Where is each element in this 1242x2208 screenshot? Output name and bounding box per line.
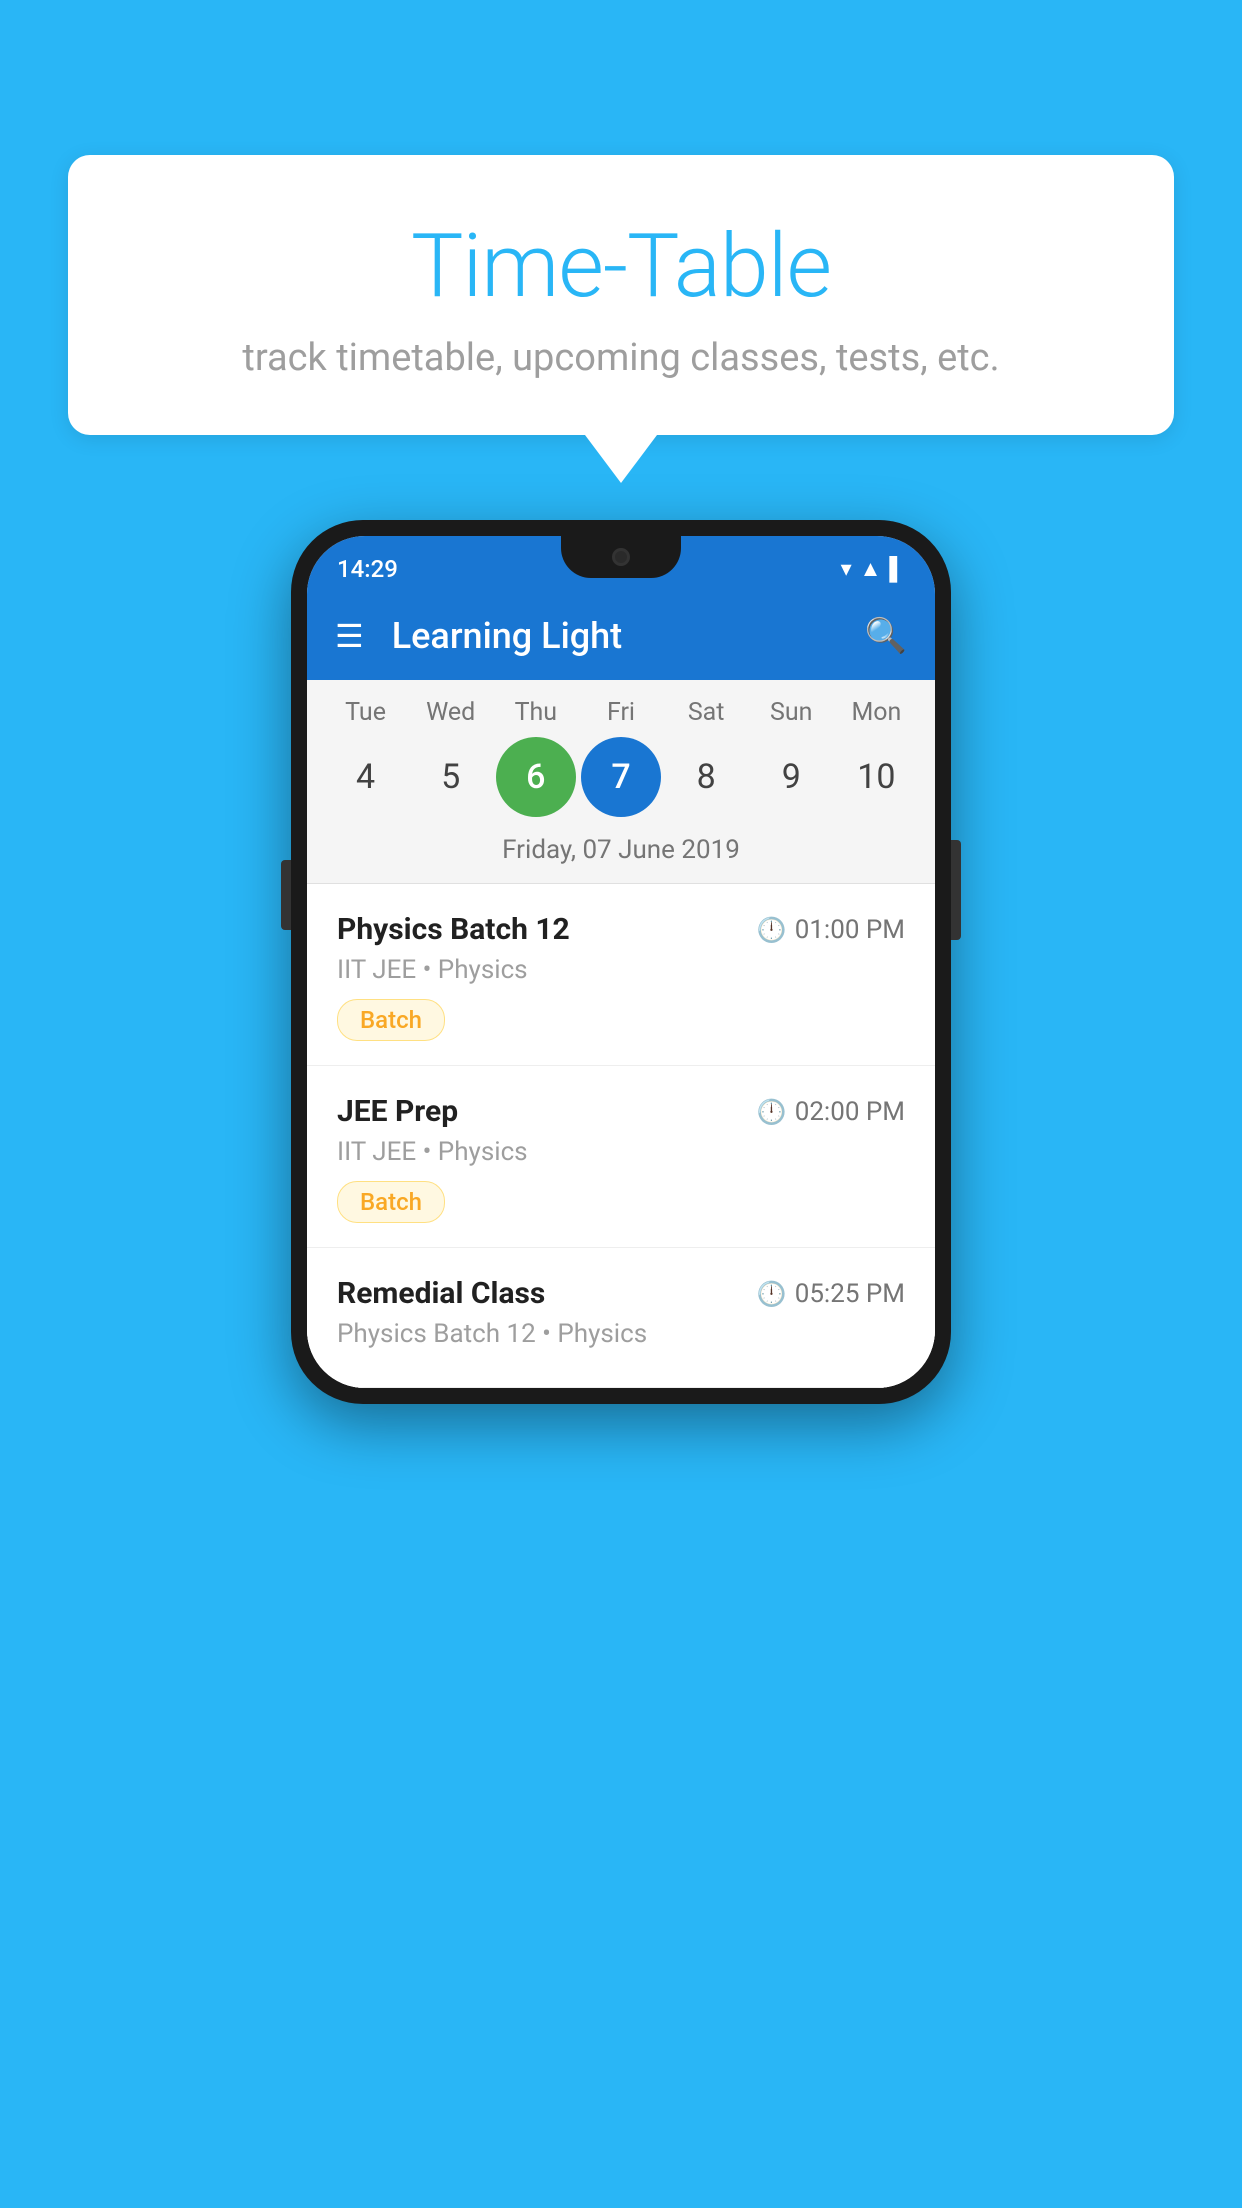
bubble-title: Time-Table bbox=[148, 215, 1094, 318]
schedule-item-2-time-label: 02:00 PM bbox=[795, 1097, 905, 1127]
clock-icon-2: 🕛 bbox=[757, 1098, 787, 1126]
wifi-icon: ▾ bbox=[841, 557, 852, 582]
hamburger-menu-icon[interactable]: ☰ bbox=[335, 617, 364, 655]
day-7-selected[interactable]: 7 bbox=[581, 737, 661, 817]
day-header-sat: Sat bbox=[666, 698, 746, 727]
schedule-item-3-title: Remedial Class bbox=[337, 1276, 545, 1311]
phone-screen: 14:29 ▾ ▲ ▌ ☰ Learning Light 🔍 Tue Wed T… bbox=[307, 536, 935, 1388]
battery-icon: ▌ bbox=[889, 556, 905, 582]
schedule-item-1-badge: Batch bbox=[337, 999, 445, 1041]
phone-body: 14:29 ▾ ▲ ▌ ☰ Learning Light 🔍 Tue Wed T… bbox=[291, 520, 951, 1404]
schedule-item-3-header: Remedial Class 🕛 05:25 PM bbox=[337, 1276, 905, 1311]
day-4[interactable]: 4 bbox=[326, 737, 406, 817]
schedule-item-1-subtitle: IIT JEE • Physics bbox=[337, 955, 905, 985]
bubble-tail bbox=[585, 435, 657, 483]
speech-bubble-card: Time-Table track timetable, upcoming cla… bbox=[68, 155, 1174, 435]
day-8[interactable]: 8 bbox=[666, 737, 746, 817]
schedule-item-1-header: Physics Batch 12 🕛 01:00 PM bbox=[337, 912, 905, 947]
selected-date-label: Friday, 07 June 2019 bbox=[307, 835, 935, 884]
schedule-item-2-title: JEE Prep bbox=[337, 1094, 458, 1129]
speech-bubble-section: Time-Table track timetable, upcoming cla… bbox=[68, 155, 1174, 483]
day-9[interactable]: 9 bbox=[751, 737, 831, 817]
phone-mockup: 14:29 ▾ ▲ ▌ ☰ Learning Light 🔍 Tue Wed T… bbox=[291, 520, 951, 1404]
signal-icon: ▲ bbox=[860, 556, 882, 582]
status-time: 14:29 bbox=[337, 555, 398, 583]
schedule-item-2-header: JEE Prep 🕛 02:00 PM bbox=[337, 1094, 905, 1129]
schedule-item-2-badge: Batch bbox=[337, 1181, 445, 1223]
schedule-list: Physics Batch 12 🕛 01:00 PM IIT JEE • Ph… bbox=[307, 884, 935, 1388]
day-header-tue: Tue bbox=[326, 698, 406, 727]
day-numbers: 4 5 6 7 8 9 10 bbox=[307, 737, 935, 817]
day-headers: Tue Wed Thu Fri Sat Sun Mon bbox=[307, 698, 935, 727]
calendar-strip: Tue Wed Thu Fri Sat Sun Mon 4 5 6 7 8 9 … bbox=[307, 680, 935, 884]
schedule-item-3[interactable]: Remedial Class 🕛 05:25 PM Physics Batch … bbox=[307, 1248, 935, 1388]
schedule-item-1-time: 🕛 01:00 PM bbox=[757, 915, 905, 945]
day-header-wed: Wed bbox=[411, 698, 491, 727]
phone-notch bbox=[561, 536, 681, 578]
app-title: Learning Light bbox=[392, 615, 865, 657]
schedule-item-2-subtitle: IIT JEE • Physics bbox=[337, 1137, 905, 1167]
schedule-item-1-title: Physics Batch 12 bbox=[337, 912, 570, 947]
status-icons: ▾ ▲ ▌ bbox=[841, 556, 905, 582]
schedule-item-1-time-label: 01:00 PM bbox=[795, 915, 905, 945]
clock-icon-3: 🕛 bbox=[757, 1280, 787, 1308]
schedule-item-3-subtitle: Physics Batch 12 • Physics bbox=[337, 1319, 905, 1349]
day-header-thu: Thu bbox=[496, 698, 576, 727]
app-bar: ☰ Learning Light 🔍 bbox=[307, 592, 935, 680]
day-10[interactable]: 10 bbox=[836, 737, 916, 817]
search-icon[interactable]: 🔍 bbox=[865, 616, 907, 656]
schedule-item-3-time-label: 05:25 PM bbox=[795, 1279, 905, 1309]
schedule-item-1[interactable]: Physics Batch 12 🕛 01:00 PM IIT JEE • Ph… bbox=[307, 884, 935, 1066]
day-header-mon: Mon bbox=[836, 698, 916, 727]
day-6-today[interactable]: 6 bbox=[496, 737, 576, 817]
clock-icon-1: 🕛 bbox=[757, 916, 787, 944]
schedule-item-2-time: 🕛 02:00 PM bbox=[757, 1097, 905, 1127]
schedule-item-3-time: 🕛 05:25 PM bbox=[757, 1279, 905, 1309]
front-camera bbox=[612, 548, 630, 566]
day-header-fri: Fri bbox=[581, 698, 661, 727]
bubble-subtitle: track timetable, upcoming classes, tests… bbox=[148, 336, 1094, 380]
day-header-sun: Sun bbox=[751, 698, 831, 727]
schedule-item-2[interactable]: JEE Prep 🕛 02:00 PM IIT JEE • Physics Ba… bbox=[307, 1066, 935, 1248]
day-5[interactable]: 5 bbox=[411, 737, 491, 817]
